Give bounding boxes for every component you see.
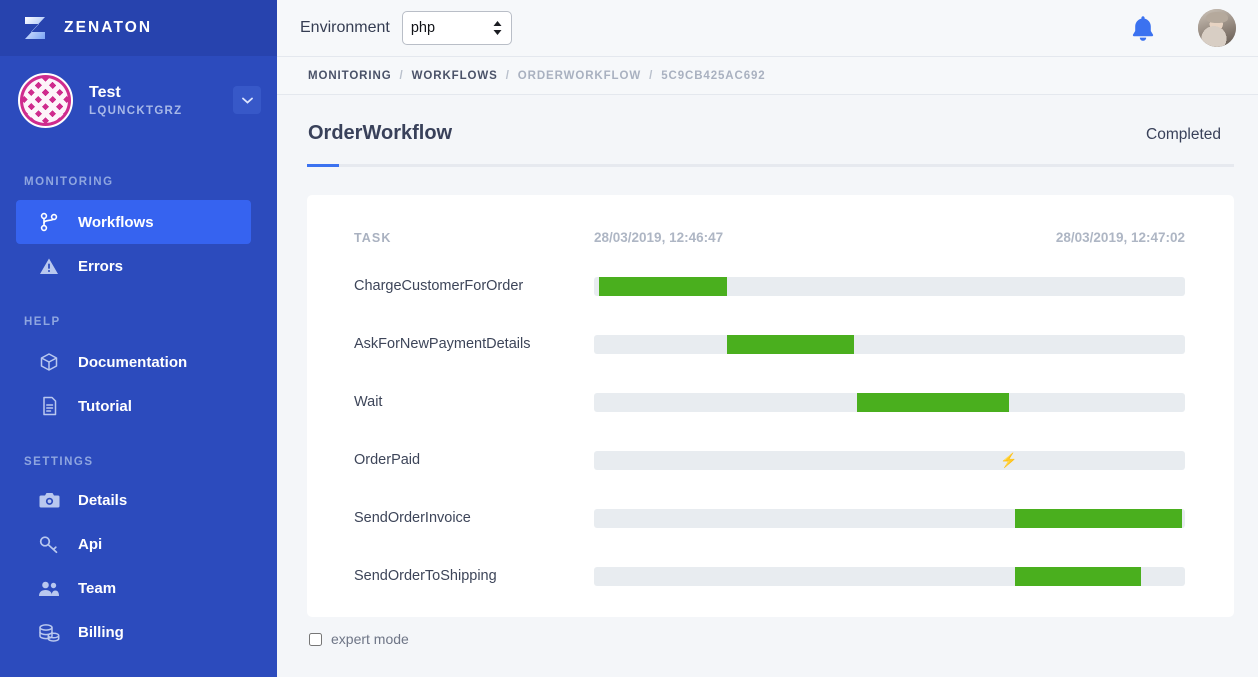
end-time: 28/03/2019, 12:47:02: [1055, 230, 1185, 245]
breadcrumb-separator: /: [399, 69, 404, 82]
nav-section-help: HELP: [24, 316, 61, 328]
sidebar-item-documentation[interactable]: Documentation: [16, 340, 251, 384]
gantt-bar: [856, 392, 1009, 412]
gantt-track-wrapper: ⚡: [594, 450, 1185, 470]
people-icon: [38, 577, 60, 599]
breadcrumb: MONITORING / WORKFLOWS / ORDERWORKFLOW /…: [277, 57, 1258, 95]
start-time: 28/03/2019, 12:46:47: [594, 230, 724, 245]
user-avatar[interactable]: [1198, 9, 1236, 47]
brand-header: ZENATON: [0, 0, 277, 56]
brand-name: ZENATON: [64, 19, 153, 36]
sidebar-item-label: Team: [78, 579, 117, 597]
gantt-task-label: ChargeCustomerForOrder: [354, 278, 524, 294]
sidebar-item-team[interactable]: Team: [16, 566, 251, 610]
timeline-range: 28/03/2019, 12:46:47 28/03/2019, 12:47:0…: [594, 230, 1185, 245]
sidebar-item-details[interactable]: Details: [16, 478, 251, 522]
gantt-track: [594, 392, 1185, 412]
gantt-task-label: OrderPaid: [354, 452, 421, 468]
gantt-row[interactable]: SendOrderInvoice: [307, 489, 1234, 547]
gantt-bar: [1015, 508, 1183, 528]
expert-mode-checkbox[interactable]: [309, 632, 322, 646]
sidebar-item-label: Billing: [78, 623, 124, 641]
gantt-track-wrapper: [594, 508, 1185, 528]
gantt-row[interactable]: Wait: [307, 373, 1234, 431]
sidebar: ZENATON Test LQUNCKTGRZ MONITORING Workf…: [0, 0, 277, 677]
gantt-track: [594, 508, 1185, 528]
sidebar-item-label: Api: [78, 535, 103, 553]
sidebar-item-label: Details: [78, 491, 128, 509]
breadcrumb-item-monitoring[interactable]: MONITORING: [308, 70, 392, 82]
nav-section-monitoring: MONITORING: [24, 176, 114, 188]
sidebar-item-api[interactable]: Api: [16, 522, 251, 566]
gantt-header-row: TASK 28/03/2019, 12:46:47 28/03/2019, 12…: [307, 195, 1234, 257]
app-root: ZENATON Test LQUNCKTGRZ MONITORING Workf…: [0, 0, 1258, 677]
breadcrumb-item-orderworkflow[interactable]: ORDERWORKFLOW: [518, 70, 641, 82]
gantt-track-wrapper: [594, 334, 1185, 354]
camera-icon: [38, 489, 60, 511]
gantt-track: ⚡: [594, 450, 1185, 470]
expert-mode-label[interactable]: expert mode: [331, 631, 409, 647]
gantt-task-label: Wait: [354, 394, 383, 410]
main-area: Environment php MONITORING / WORKFLOWS /…: [277, 0, 1258, 677]
gantt-track: [594, 334, 1185, 354]
gantt-task-label: SendOrderInvoice: [354, 510, 471, 526]
gantt-row[interactable]: AskForNewPaymentDetails: [307, 315, 1234, 373]
sidebar-item-label: Workflows: [78, 213, 154, 231]
task-column-header: TASK: [354, 231, 392, 245]
sidebar-item-label: Tutorial: [78, 397, 132, 415]
gantt-rows: ChargeCustomerForOrder AskForNewPaymentDe…: [307, 257, 1234, 605]
sidebar-item-workflows[interactable]: Workflows: [16, 200, 251, 244]
gantt-track: [594, 276, 1185, 296]
zenaton-z-logo-icon: [20, 13, 50, 43]
event-bolt-icon: ⚡: [1000, 452, 1018, 468]
top-bar: Environment php: [277, 0, 1258, 57]
gantt-bar: [726, 334, 855, 354]
environment-select-value: php: [410, 20, 436, 36]
gantt-row[interactable]: SendOrderToShipping: [307, 547, 1234, 605]
breadcrumb-separator: /: [649, 69, 654, 82]
gantt-bar: [1015, 566, 1141, 586]
identicon-avatar-icon: [18, 72, 73, 128]
notification-bell-icon[interactable]: [1130, 15, 1156, 42]
sidebar-item-label: Errors: [78, 257, 124, 275]
gantt-track-wrapper: [594, 276, 1185, 296]
gantt-track-wrapper: [594, 392, 1185, 412]
gantt-task-label: SendOrderToShipping: [354, 568, 497, 584]
account-name: Test: [89, 83, 121, 101]
breadcrumb-separator: /: [505, 69, 510, 82]
breadcrumb-item-id[interactable]: 5C9CB425AC692: [661, 70, 765, 82]
gantt-track: [594, 566, 1185, 586]
sidebar-item-label: Documentation: [78, 353, 188, 371]
tab-underline: [307, 164, 1234, 167]
document-icon: [38, 395, 60, 417]
gantt-task-label: AskForNewPaymentDetails: [354, 336, 531, 352]
branch-icon: [38, 211, 60, 233]
environment-select[interactable]: php: [401, 11, 512, 45]
content-area: OrderWorkflow Completed TASK 28/03/2019,…: [277, 95, 1258, 677]
box-icon: [38, 351, 60, 373]
workflow-header: OrderWorkflow Completed: [307, 95, 1234, 145]
gantt-card: TASK 28/03/2019, 12:46:47 28/03/2019, 12…: [307, 195, 1234, 617]
gantt-track-wrapper: [594, 566, 1185, 586]
warning-triangle-icon: [38, 255, 60, 277]
breadcrumb-item-workflows[interactable]: WORKFLOWS: [412, 70, 498, 82]
nav-section-settings: SETTINGS: [24, 456, 94, 468]
page-title: OrderWorkflow: [308, 122, 453, 144]
environment-label: Environment: [300, 19, 390, 36]
gantt-bar: [598, 276, 727, 296]
select-arrows-icon: [493, 21, 502, 35]
sidebar-item-errors[interactable]: Errors: [16, 244, 251, 288]
sidebar-item-tutorial[interactable]: Tutorial: [16, 384, 251, 428]
sidebar-item-billing[interactable]: Billing: [16, 610, 251, 654]
chevron-down-icon[interactable]: [233, 86, 261, 114]
coins-icon: [38, 621, 60, 643]
account-info: Test LQUNCKTGRZ: [89, 84, 183, 117]
account-id: LQUNCKTGRZ: [89, 104, 183, 117]
gantt-row[interactable]: OrderPaid ⚡: [307, 431, 1234, 489]
account-switcher[interactable]: Test LQUNCKTGRZ: [0, 56, 277, 144]
expert-mode-toggle[interactable]: expert mode: [307, 631, 1234, 647]
gantt-row[interactable]: ChargeCustomerForOrder: [307, 257, 1234, 315]
key-icon: [38, 533, 60, 555]
status-badge: Completed: [1146, 126, 1221, 143]
